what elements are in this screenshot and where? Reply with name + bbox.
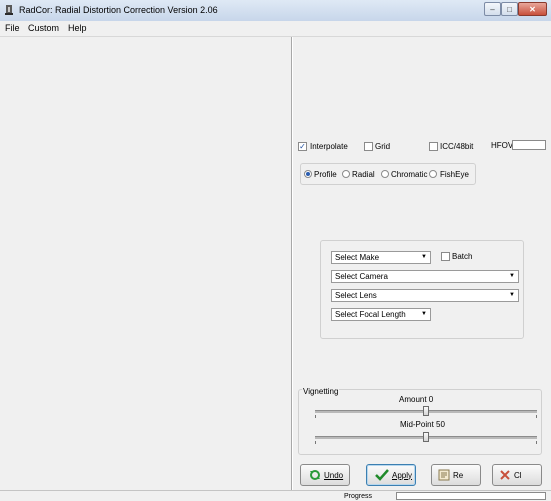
select-make-value: Select Make xyxy=(335,253,380,262)
apply-button[interactable]: Apply xyxy=(366,464,416,486)
apply-label: Apply xyxy=(392,470,413,480)
radio-profile[interactable] xyxy=(304,170,312,178)
radio-chromatic-label: Chromatic xyxy=(391,170,428,179)
radio-chromatic[interactable] xyxy=(381,170,389,178)
slider-tick xyxy=(315,415,316,418)
amount-slider-thumb[interactable] xyxy=(423,406,429,416)
slider-tick xyxy=(536,415,537,418)
slider-tick xyxy=(315,441,316,444)
vignetting-title: Vignetting xyxy=(302,387,340,396)
chevron-down-icon: ▼ xyxy=(421,311,427,317)
undo-arrows-icon xyxy=(309,469,321,481)
radio-fisheye[interactable] xyxy=(429,170,437,178)
midpoint-slider[interactable] xyxy=(315,432,537,444)
radio-profile-label: Profile xyxy=(314,170,337,179)
title-bar[interactable]: RadCor: Radial Distortion Correction Ver… xyxy=(0,0,551,22)
amount-slider[interactable] xyxy=(315,406,537,418)
undo-button[interactable]: Undo xyxy=(300,464,350,486)
select-lens-value: Select Lens xyxy=(335,291,377,300)
window-title: RadCor: Radial Distortion Correction Ver… xyxy=(19,5,218,15)
select-camera-dropdown[interactable]: Select Camera ▼ xyxy=(331,270,519,283)
close-label: Cl xyxy=(514,470,522,480)
amount-label: Amount 0 xyxy=(399,395,434,404)
app-icon[interactable] xyxy=(4,4,16,16)
grid-label: Grid xyxy=(375,142,391,151)
close-button[interactable]: Cl xyxy=(492,464,542,486)
undo-label: Undo xyxy=(324,470,344,480)
radio-selected-dot xyxy=(306,172,310,176)
close-icon xyxy=(499,469,511,481)
checkmark-icon: ✓ xyxy=(299,141,306,151)
window-close-button[interactable]: ✕ xyxy=(518,2,547,16)
minimize-button[interactable]: – xyxy=(484,2,501,16)
radio-radial[interactable] xyxy=(342,170,350,178)
interpolate-checkbox[interactable]: ✓ xyxy=(298,142,307,151)
interpolate-label: Interpolate xyxy=(310,142,348,151)
menu-file[interactable]: File xyxy=(5,23,20,33)
menu-bar: File Custom Help xyxy=(0,21,551,37)
select-focal-length-dropdown[interactable]: Select Focal Length ▼ xyxy=(331,308,431,321)
panel-divider xyxy=(292,37,293,490)
midpoint-label: Mid-Point 50 xyxy=(400,420,445,429)
menu-help[interactable]: Help xyxy=(68,23,87,33)
hfov-label: HFOV xyxy=(491,141,514,150)
icc-48bit-label: ICC/48bit xyxy=(440,142,474,151)
progress-label: Progress xyxy=(344,493,373,500)
slider-tick xyxy=(536,441,537,444)
select-focal-length-value: Select Focal Length xyxy=(335,310,406,319)
chevron-down-icon: ▼ xyxy=(509,292,515,298)
batch-checkbox[interactable] xyxy=(441,252,450,261)
midpoint-slider-thumb[interactable] xyxy=(423,432,429,442)
icc-48bit-checkbox[interactable] xyxy=(429,142,438,151)
radio-radial-label: Radial xyxy=(352,170,375,179)
radio-fisheye-label: FishEye xyxy=(440,170,469,179)
select-make-dropdown[interactable]: Select Make ▼ xyxy=(331,251,431,264)
maximize-button[interactable]: □ xyxy=(501,2,518,16)
hfov-input[interactable] xyxy=(512,140,546,150)
progress-bar xyxy=(396,492,546,500)
select-lens-dropdown[interactable]: Select Lens ▼ xyxy=(331,289,519,302)
reset-icon xyxy=(438,469,450,481)
chevron-down-icon: ▼ xyxy=(421,254,427,260)
batch-label: Batch xyxy=(452,252,473,261)
menu-custom[interactable]: Custom xyxy=(28,23,59,33)
reset-button[interactable]: Re xyxy=(431,464,481,486)
checkmark-icon xyxy=(375,469,389,481)
reset-label: Re xyxy=(453,470,464,480)
chevron-down-icon: ▼ xyxy=(509,273,515,279)
select-camera-value: Select Camera xyxy=(335,272,388,281)
image-preview-pane[interactable] xyxy=(0,37,292,490)
grid-checkbox[interactable] xyxy=(364,142,373,151)
